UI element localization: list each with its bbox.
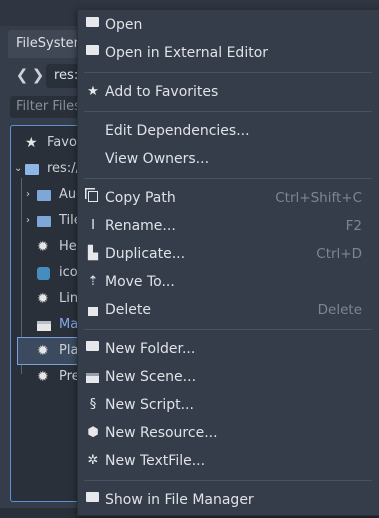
star-icon: ★ bbox=[87, 84, 99, 99]
menu-item-shortcut: Ctrl+Shift+C bbox=[275, 190, 362, 206]
folder-open-icon bbox=[86, 45, 100, 60]
menu-item-label: View Owners... bbox=[105, 151, 210, 167]
menu-item-label: Rename... bbox=[105, 218, 176, 234]
menu-separator bbox=[84, 329, 372, 330]
menu-item-add-favorites[interactable]: ★ Add to Favorites bbox=[78, 79, 378, 105]
menu-item-label: Open bbox=[105, 17, 143, 33]
nav-back-button[interactable]: ❮ bbox=[14, 64, 30, 86]
menu-item-new-textfile[interactable]: ✲ New TextFile... bbox=[78, 448, 378, 474]
folder-icon bbox=[25, 162, 39, 176]
textfile-icon: ✲ bbox=[87, 453, 99, 468]
nav-forward-button[interactable]: ❯ bbox=[30, 64, 46, 86]
menu-item-label: New Scene... bbox=[105, 369, 197, 385]
menu-item-duplicate[interactable]: ▙ Duplicate... Ctrl+D bbox=[78, 241, 378, 267]
folder-open-icon bbox=[86, 17, 100, 32]
menu-separator bbox=[84, 111, 372, 112]
menu-item-label: Duplicate... bbox=[105, 246, 186, 262]
menu-item-open-external[interactable]: Open in External Editor bbox=[78, 40, 378, 66]
script-icon: § bbox=[89, 397, 97, 412]
menu-item-move-to[interactable]: ⇡ Move To... bbox=[78, 269, 378, 295]
clapperboard-icon bbox=[86, 370, 100, 384]
rename-icon: I bbox=[91, 218, 95, 233]
duplicate-icon: ▙ bbox=[88, 246, 98, 261]
menu-item-new-script[interactable]: § New Script... bbox=[78, 392, 378, 418]
menu-item-label: Copy Path bbox=[105, 190, 176, 206]
context-menu: Open Open in External Editor ★ Add to Fa… bbox=[77, 9, 379, 516]
menu-item-shortcut: Delete bbox=[317, 302, 362, 318]
folder-icon bbox=[37, 188, 51, 202]
menu-item-label: New Script... bbox=[105, 397, 194, 413]
tab-filesystem[interactable]: FileSystem bbox=[8, 30, 88, 58]
gear-icon: ✹ bbox=[37, 291, 49, 307]
menu-item-new-scene[interactable]: New Scene... bbox=[78, 364, 378, 390]
menu-item-label: Show in File Manager bbox=[105, 492, 254, 508]
move-icon: ⇡ bbox=[87, 274, 99, 289]
gear-icon: ✹ bbox=[37, 239, 49, 255]
file-manager-icon bbox=[86, 492, 100, 507]
menu-item-new-folder[interactable]: New Folder... bbox=[78, 336, 378, 362]
menu-item-shortcut: F2 bbox=[345, 218, 362, 234]
menu-item-label: New Folder... bbox=[105, 341, 196, 357]
copy-icon bbox=[86, 191, 100, 205]
menu-item-label: Open in External Editor bbox=[105, 45, 269, 61]
folder-icon bbox=[86, 341, 100, 356]
star-icon: ★ bbox=[25, 135, 38, 151]
menu-item-new-resource[interactable]: ⬢ New Resource... bbox=[78, 420, 378, 446]
menu-separator bbox=[84, 72, 372, 73]
menu-item-open[interactable]: Open bbox=[78, 12, 378, 38]
menu-item-label: Delete bbox=[105, 302, 151, 318]
menu-item-view-owners[interactable]: View Owners... bbox=[78, 146, 378, 172]
menu-item-label: Edit Dependencies... bbox=[105, 123, 250, 139]
menu-item-show-file-manager[interactable]: Show in File Manager bbox=[78, 487, 378, 513]
folder-icon bbox=[37, 214, 51, 228]
menu-separator bbox=[84, 178, 372, 179]
menu-item-shortcut: Ctrl+D bbox=[316, 246, 362, 262]
gear-icon: ✹ bbox=[37, 369, 49, 385]
menu-item-label: Move To... bbox=[105, 274, 175, 290]
menu-item-rename[interactable]: I Rename... F2 bbox=[78, 213, 378, 239]
menu-item-delete[interactable]: Delete Delete bbox=[78, 297, 378, 323]
menu-separator bbox=[84, 480, 372, 481]
menu-item-copy-path[interactable]: Copy Path Ctrl+Shift+C bbox=[78, 185, 378, 211]
trash-icon bbox=[86, 303, 100, 317]
menu-item-label: New Resource... bbox=[105, 425, 218, 441]
resource-cube-icon: ⬢ bbox=[87, 425, 99, 440]
menu-item-edit-dependencies[interactable]: Edit Dependencies... bbox=[78, 118, 378, 144]
godot-icon bbox=[37, 266, 51, 280]
menu-item-label: Add to Favorites bbox=[105, 84, 219, 100]
tree-item-label: res:// bbox=[47, 161, 80, 176]
clapperboard-icon bbox=[37, 318, 51, 332]
gear-icon: ✹ bbox=[37, 343, 49, 359]
menu-item-label: New TextFile... bbox=[105, 453, 206, 469]
